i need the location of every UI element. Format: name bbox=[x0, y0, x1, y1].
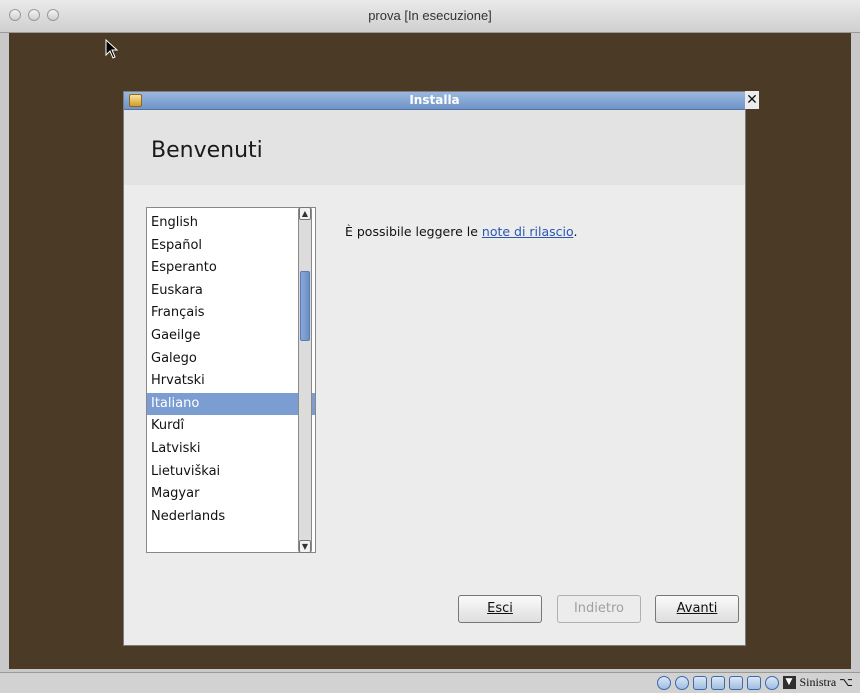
language-list-item[interactable]: Galego bbox=[147, 348, 315, 371]
optical-drive-icon[interactable] bbox=[674, 675, 689, 690]
usb-icon[interactable] bbox=[692, 675, 707, 690]
language-list-item[interactable]: Italiano bbox=[147, 392, 315, 416]
hard-disk-icon[interactable] bbox=[656, 675, 671, 690]
release-notes-text: È possibile leggere le note di rilascio. bbox=[345, 224, 578, 239]
header-band: Benvenuti bbox=[124, 110, 745, 185]
host-key-label: Sinistra ⌥ bbox=[799, 675, 854, 689]
release-notes-link[interactable]: note di rilascio bbox=[482, 224, 574, 239]
language-list-item[interactable]: Kurdî bbox=[147, 415, 315, 438]
quit-button[interactable]: Esci bbox=[458, 595, 542, 623]
status-tray: ▼ Sinistra ⌥ bbox=[656, 675, 854, 690]
host-key-arrow-icon: ▼ bbox=[782, 676, 796, 689]
vm-screen[interactable]: Installa ✕ Benvenuti English Español Esper… bbox=[9, 33, 851, 669]
shared-folders-icon[interactable] bbox=[728, 675, 743, 690]
language-list-item[interactable]: Latviski bbox=[147, 438, 315, 461]
host-window-title: prova [In esecuzione] bbox=[368, 8, 492, 23]
scroll-thumb[interactable] bbox=[300, 271, 310, 341]
installer-dialog: Installa ✕ Benvenuti English Español Esper… bbox=[123, 91, 759, 646]
host-window-titlebar: prova [In esecuzione] bbox=[0, 0, 860, 33]
network-icon[interactable] bbox=[710, 675, 725, 690]
virtualization-icon[interactable] bbox=[746, 675, 761, 690]
dialog-close-icon[interactable]: ✕ bbox=[745, 91, 759, 109]
language-list-item[interactable]: Euskara bbox=[147, 280, 315, 303]
mouse-pointer-icon bbox=[105, 39, 119, 59]
language-list-item[interactable]: Français bbox=[147, 302, 315, 325]
language-list-item[interactable]: Hrvatski bbox=[147, 370, 315, 393]
back-button[interactable]: Indietro bbox=[557, 595, 641, 623]
language-list[interactable]: English Español Esperanto Euskara Français Ga… bbox=[146, 207, 316, 553]
language-list-item[interactable]: Gaeilge bbox=[147, 325, 315, 348]
vm-status-bar: ▼ Sinistra ⌥ bbox=[0, 672, 860, 693]
language-list-item[interactable]: Lietuviškai bbox=[147, 461, 315, 484]
dialog-title: Installa bbox=[409, 93, 460, 107]
scroll-down-icon[interactable]: ▼ bbox=[299, 540, 311, 553]
language-list-item[interactable]: Nederlands bbox=[147, 506, 315, 529]
page-title: Benvenuti bbox=[151, 138, 263, 163]
forward-button[interactable]: Avanti bbox=[655, 595, 739, 623]
language-list-item[interactable]: Español bbox=[147, 235, 315, 258]
language-list-item[interactable]: Magyar bbox=[147, 483, 315, 506]
dialog-titlebar[interactable]: Installa ✕ bbox=[124, 91, 759, 110]
language-list-item[interactable]: Esperanto bbox=[147, 257, 315, 280]
mouse-integration-icon[interactable] bbox=[764, 675, 779, 690]
language-list-scrollbar[interactable]: ▲ ▼ bbox=[298, 207, 312, 553]
language-list-item[interactable]: English bbox=[147, 212, 315, 235]
scroll-up-icon[interactable]: ▲ bbox=[299, 207, 311, 220]
